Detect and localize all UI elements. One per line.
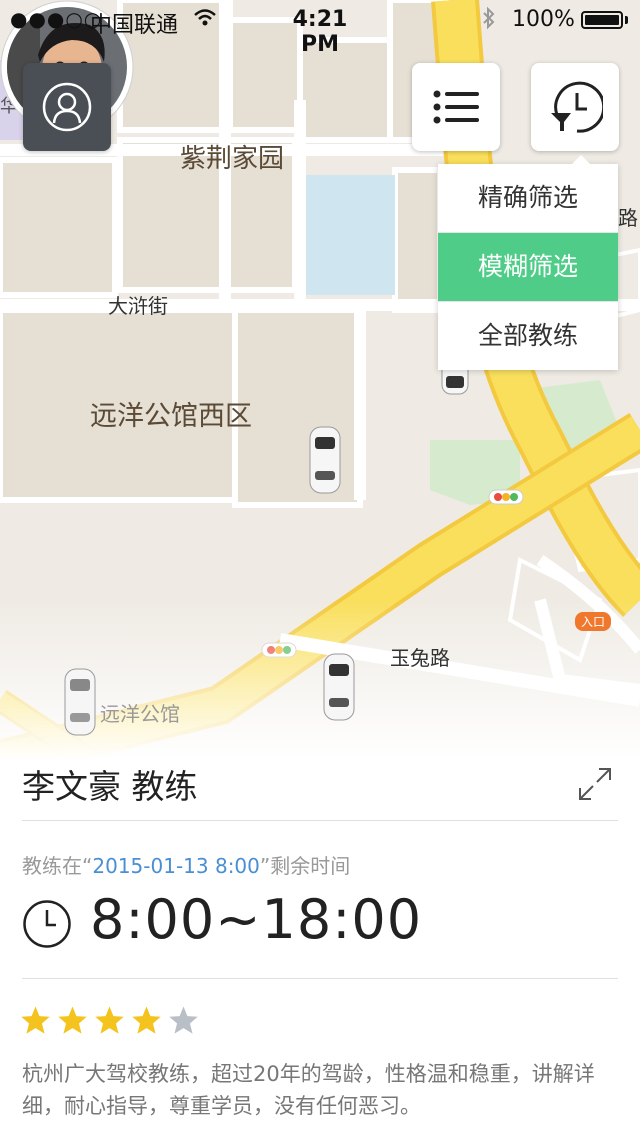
car-marker[interactable]: [322, 652, 356, 722]
star-filled-icon: [95, 1006, 124, 1034]
remaining-date: 2015-01-13 8:00: [92, 854, 260, 878]
working-hours: 8:00~18:00: [90, 888, 423, 951]
list-icon: [433, 90, 479, 124]
star-filled-icon: [58, 1006, 87, 1034]
star-empty-icon: [169, 1006, 198, 1034]
map-label-yuanyang-west: 远洋公馆西区: [90, 401, 252, 432]
rating-stars: [20, 1005, 199, 1035]
user-icon: [42, 82, 92, 132]
wifi-icon: [194, 9, 216, 26]
filter-fuzzy[interactable]: 模糊筛选: [438, 233, 618, 302]
entrance-badge: 入口: [575, 612, 612, 631]
list-view-button[interactable]: [412, 63, 500, 151]
clock-icon: [23, 900, 71, 948]
coach-name: 李文豪 教练: [22, 767, 198, 806]
map-label-yuanyang: 远洋公馆: [100, 702, 180, 726]
divider: [22, 978, 618, 979]
map-label-zijing: 紫荆家园: [180, 144, 285, 174]
signal-indicator: ●●●○○: [10, 7, 103, 31]
carrier-name: 中国联通: [90, 13, 179, 38]
filter-dropdown: 精确筛选 模糊筛选 全部教练: [438, 155, 618, 370]
map-label-yutu-road: 玉兔路: [390, 646, 450, 670]
remaining-time-label: 教练在“2015-01-13 8:00”剩余时间: [22, 850, 350, 879]
remaining-prefix: 教练在“: [22, 854, 93, 878]
expand-icon[interactable]: [577, 766, 613, 802]
map-label-daxu-street: 大浒街: [108, 294, 168, 318]
battery-icon: [581, 11, 623, 29]
bluetooth-icon: [483, 6, 495, 30]
battery-tip: [625, 16, 628, 24]
history-filter-icon: [551, 81, 603, 133]
profile-button[interactable]: [23, 63, 111, 151]
filter-exact[interactable]: 精确筛选: [438, 164, 618, 233]
map-label-edge-right: 路: [618, 206, 638, 230]
coach-description: 杭州广大驾校教练，超过20年的驾龄，性格温和稳重，讲解详细，耐心指导，尊重学员，…: [22, 1062, 595, 1118]
car-marker[interactable]: [308, 425, 342, 495]
car-marker[interactable]: [63, 667, 97, 737]
battery-percent: 100%: [512, 7, 575, 32]
divider: [22, 820, 618, 821]
status-time: 4:21 PM: [292, 7, 348, 57]
star-filled-icon: [21, 1006, 50, 1034]
remaining-suffix: ”剩余时间: [259, 854, 351, 878]
status-bar: ●●●○○ 中国联通 4:21 PM 100%: [0, 0, 640, 57]
history-filter-button[interactable]: [531, 63, 619, 151]
star-filled-icon: [132, 1006, 161, 1034]
coach-info-panel: 李文豪 教练 教练在“2015-01-13 8:00”剩余时间 8:00~18:…: [0, 740, 640, 1136]
filter-all-coaches[interactable]: 全部教练: [438, 302, 618, 370]
